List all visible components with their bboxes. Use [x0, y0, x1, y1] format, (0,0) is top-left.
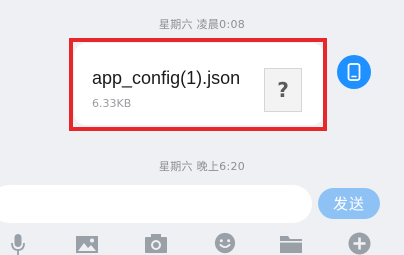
user-avatar[interactable]	[337, 55, 371, 89]
image-icon[interactable]	[74, 232, 100, 255]
send-button[interactable]: 发送	[318, 188, 380, 219]
timestamp: 星期六 凌晨0:08	[158, 18, 246, 31]
chat-screen: 星期六 凌晨0:08 app_config(1).json 6.33KB ? 星…	[0, 0, 404, 255]
microphone-icon[interactable]	[8, 232, 28, 255]
message-input[interactable]	[0, 185, 312, 223]
folder-icon[interactable]	[278, 232, 304, 255]
highlight-annotation-box	[69, 38, 327, 131]
plus-icon[interactable]	[346, 232, 372, 255]
emoji-icon[interactable]	[211, 232, 239, 255]
camera-icon[interactable]	[142, 232, 170, 255]
phone-icon	[347, 63, 361, 81]
timestamp: 星期六 晚上6:20	[158, 160, 246, 173]
